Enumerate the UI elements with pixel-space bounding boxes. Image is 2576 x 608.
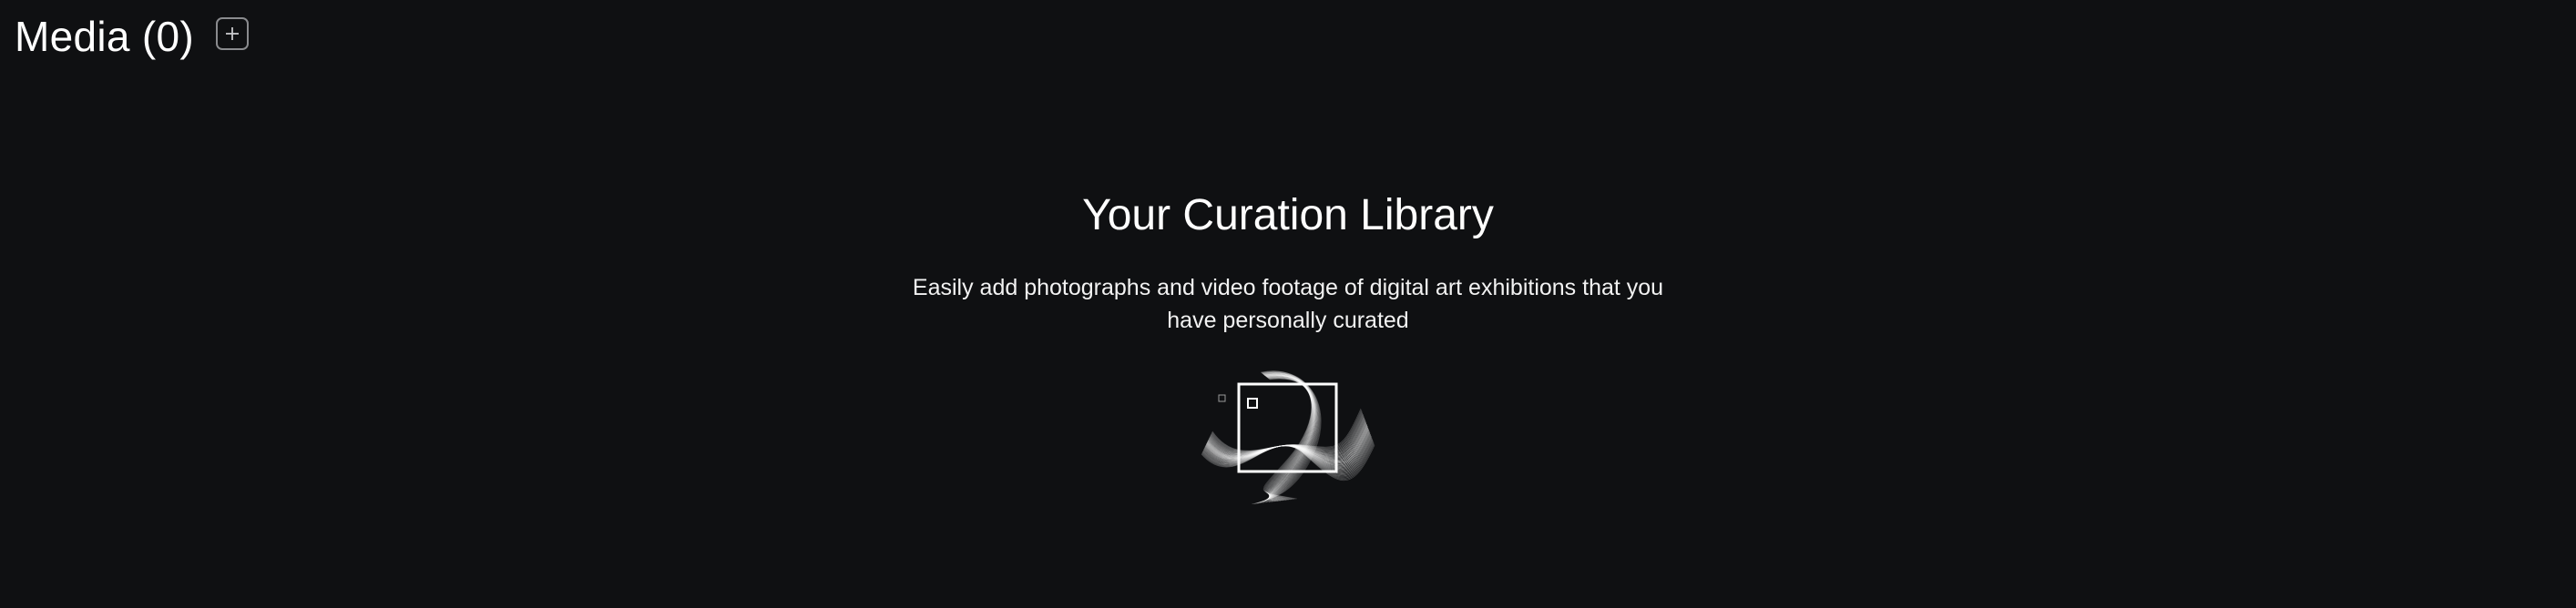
page-header: Media (0) [15,7,249,66]
empty-state: Your Curation Library Easily add photogr… [0,182,2576,504]
empty-state-description: Easily add photographs and video footage… [912,275,1664,333]
empty-state-title: Your Curation Library [1082,191,1494,239]
plus-icon [226,27,239,40]
add-media-button[interactable] [216,17,249,50]
wave-frame-illustration [1201,370,1375,504]
page-title: Media (0) [15,13,194,60]
